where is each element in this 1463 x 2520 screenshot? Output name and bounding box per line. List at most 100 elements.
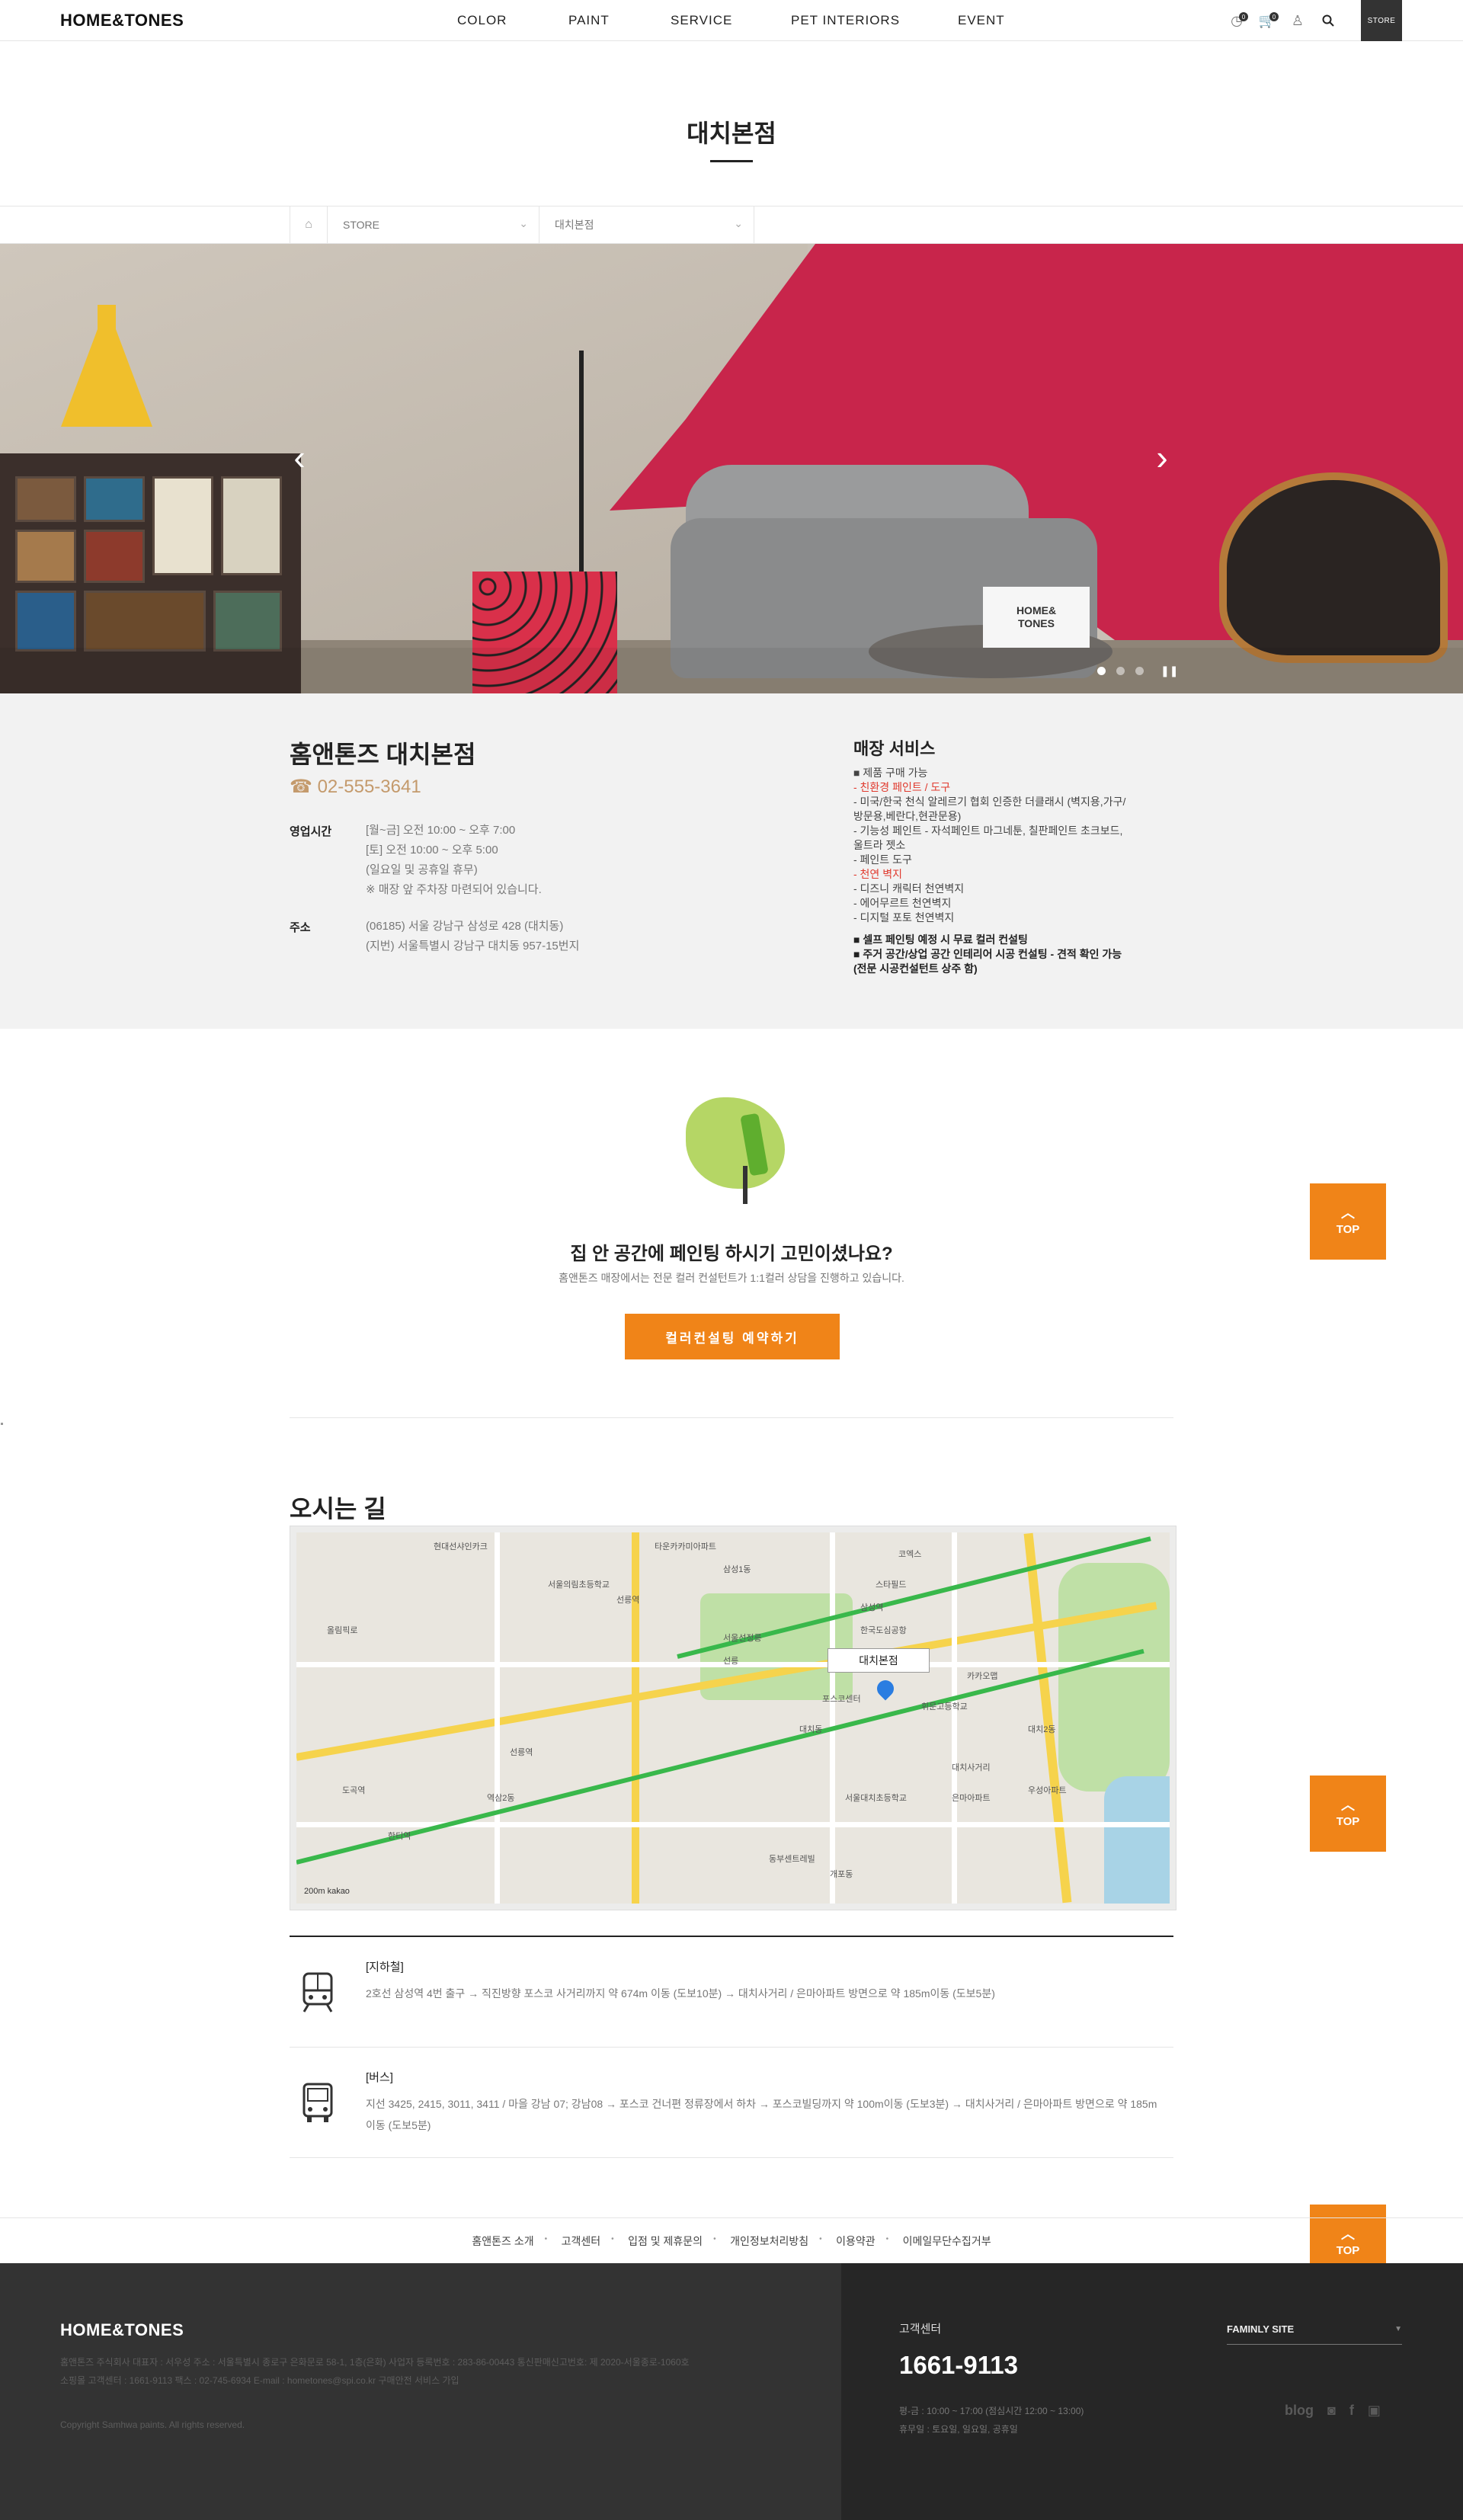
footer-right-panel: [841, 2263, 1463, 2520]
nav-service[interactable]: SERVICE: [671, 13, 732, 28]
breadcrumb: ⌂ STORE ⌄ 대치본점 ⌄: [0, 206, 1463, 244]
cs-label: 고객센터: [899, 2323, 942, 2336]
map-label: 삼성1동: [723, 1565, 751, 1574]
consult-subtitle: 홈앤톤즈 매장에서는 전문 컬러 컨설턴트가 1:1컬러 상담을 진행하고 있습…: [559, 1272, 904, 1284]
chevron-up-icon: ︿: [1341, 1205, 1355, 1221]
map-label: 올림픽로: [327, 1626, 358, 1635]
footer-link-privacy[interactable]: 개인정보처리방침: [713, 2233, 822, 2249]
chevron-down-icon: ▼: [1394, 2325, 1402, 2333]
hours-line: (일요일 및 공휴일 휴무): [366, 863, 478, 876]
map-road: [495, 1532, 500, 1904]
cs-number: 1661-9113: [899, 2351, 1018, 2379]
breadcrumb-select-2[interactable]: 대치본점 ⌄: [539, 207, 754, 243]
map-label: 한국도심공항: [860, 1626, 907, 1635]
location-map[interactable]: 현대선샤인카크 서울의림초등학교 타운카카미아파트 선릉역 삼성1동 삼성역 코엑스 스타필드…: [290, 1526, 1176, 1910]
user-icon[interactable]: ♙: [1288, 11, 1308, 30]
map-label: 우성아파트: [1028, 1786, 1067, 1795]
slider-pagination: ❚❚: [1097, 664, 1178, 677]
site-header: HOME&TONES COLOR PAINT SERVICE PET INTER…: [0, 0, 1463, 41]
recent-count: 0: [1239, 12, 1248, 21]
service-line: - 미국/한국 천식 알레르기 협회 인증한 더클래시 (벽지용,가구/: [853, 796, 1126, 808]
nav-color[interactable]: COLOR: [457, 13, 507, 28]
footer-link-cs[interactable]: 고객센터: [545, 2233, 615, 2249]
page-title: 대치본점: [687, 120, 776, 147]
footer-contact-info: 소핑몰 고객센터 : 1661-9113 팩스 : 02-745-6934 E-…: [60, 2375, 459, 2386]
slider-next-icon[interactable]: ›: [1151, 434, 1173, 480]
map-label: 현대선샤인카크: [434, 1542, 488, 1551]
map-road: [632, 1532, 639, 1904]
footer-company-info: 홈앤톤즈 주식회사 대표자 : 서우성 주소 : 서울특별시 종로구 은화문로 …: [60, 2357, 690, 2368]
cs-hours: 평-금 : 10:00 ~ 17:00 (점심시간 12:00 ~ 13:00)…: [899, 2402, 1084, 2438]
recent-view-icon[interactable]: ◷ 0: [1227, 11, 1248, 30]
subway-heading: [지하철]: [366, 1961, 404, 1974]
slider-prev-icon[interactable]: ‹: [288, 434, 311, 480]
service-line: ■ 제품 구매 가능: [853, 767, 928, 779]
brand-sign: HOME& TONES: [983, 587, 1090, 648]
top-button[interactable]: ︿ TOP: [1310, 1776, 1386, 1852]
map-pin-icon[interactable]: [873, 1676, 898, 1701]
map-label: 대치사거리: [952, 1763, 991, 1772]
hours-line: [토] 오전 10:00 ~ 오후 5:00: [366, 844, 498, 857]
sns-links: blog ◙ f ▣: [1271, 2403, 1381, 2419]
map-label: 삼성역: [860, 1603, 884, 1612]
service-line: 울트라 젯소: [853, 839, 906, 851]
map-label: 타운카카미아파트: [655, 1542, 716, 1551]
map-label: 선릉: [723, 1657, 739, 1666]
color-consulting-button[interactable]: 컬러컨설팅 예약하기: [625, 1314, 840, 1359]
map-label: 동부센트레빌: [769, 1855, 815, 1864]
cs-hours-line: 평-금 : 10:00 ~ 17:00 (점심시간 12:00 ~ 13:00): [899, 2406, 1084, 2416]
address-line: (06185) 서울 강남구 삼성로 428 (대치동): [366, 920, 564, 933]
hero-slider: HOME& TONES ‹ › ❚❚: [0, 244, 1463, 693]
instagram-icon[interactable]: ◙: [1327, 2403, 1336, 2419]
hours-label: 영업시간: [290, 825, 332, 838]
map-label: 선릉역: [616, 1596, 640, 1605]
store-phone[interactable]: ☎ 02-555-3641: [290, 776, 421, 798]
cart-icon[interactable]: 🛒 0: [1257, 11, 1279, 30]
blog-link[interactable]: blog: [1285, 2403, 1314, 2419]
bus-directions: [버스] 지선 3425, 2415, 3011, 3411 / 마을 강남 0…: [290, 2048, 1173, 2158]
service-line: - 페인트 도구: [853, 853, 912, 866]
top-button[interactable]: ︿ TOP: [1310, 1183, 1386, 1260]
store-phone-number: 02-555-3641: [317, 776, 421, 797]
top-button-label: TOP: [1336, 1222, 1360, 1236]
breadcrumb-select-1[interactable]: STORE ⌄: [328, 207, 539, 243]
store-name: 홈앤톤즈 대치본점: [290, 741, 476, 768]
site-logo[interactable]: HOME&TONES: [60, 11, 184, 30]
map-label: 서울의림초등학교: [548, 1580, 610, 1590]
home-icon[interactable]: ⌂: [290, 207, 328, 243]
family-site-select[interactable]: FAMINLY SITE ▼: [1227, 2314, 1402, 2345]
breadcrumb-select-1-label: STORE: [343, 219, 379, 231]
lounge-chair: [1219, 472, 1448, 663]
map-canvas[interactable]: 현대선샤인카크 서울의림초등학교 타운카카미아파트 선릉역 삼성1동 삼성역 코엑스 스타필드…: [296, 1532, 1170, 1904]
search-icon[interactable]: [1318, 11, 1338, 30]
service-line: (전문 시공컨설턴트 상주 함): [853, 962, 978, 975]
nav-pet-interiors[interactable]: PET INTERIORS: [791, 13, 900, 28]
slider-dot-1[interactable]: [1097, 667, 1106, 675]
directions-title: 오시는 길: [290, 1495, 386, 1523]
slider-dot-3[interactable]: [1135, 667, 1144, 675]
footer-link-about[interactable]: 홈앤톤즈 소개: [458, 2233, 547, 2249]
chevron-down-icon: ⌄: [519, 217, 528, 229]
map-label: 카카오맵: [967, 1672, 998, 1681]
pause-icon[interactable]: ❚❚: [1160, 664, 1178, 677]
nav-paint[interactable]: PAINT: [568, 13, 610, 28]
store-button[interactable]: STORE: [1361, 0, 1402, 41]
map-road: [830, 1532, 835, 1904]
slider-dot-2[interactable]: [1116, 667, 1125, 675]
map-scale: 200m kakao: [304, 1887, 350, 1896]
service-line: - 친환경 페인트 / 도구: [853, 781, 951, 793]
breadcrumb-select-2-label: 대치본점: [555, 219, 594, 231]
footer-link-email-policy[interactable]: 이메일무단수집거부: [886, 2233, 1005, 2249]
map-label: 대치2동: [1028, 1725, 1056, 1734]
divider: [290, 1417, 1173, 1418]
map-store-callout: 대치본점: [828, 1648, 930, 1673]
kakao-icon[interactable]: ▣: [1368, 2403, 1381, 2419]
facebook-icon[interactable]: f: [1349, 2403, 1354, 2419]
services-title: 매장 서비스: [853, 739, 936, 758]
hero-bottom-shade: [0, 648, 1463, 693]
footer-link-partnership[interactable]: 입점 및 제휴문의: [611, 2233, 716, 2249]
nav-event[interactable]: EVENT: [958, 13, 1005, 28]
footer-link-terms[interactable]: 이용약관: [819, 2233, 889, 2249]
top-button-label: TOP: [1336, 1814, 1360, 1828]
service-line: - 천연 벽지: [853, 868, 902, 880]
